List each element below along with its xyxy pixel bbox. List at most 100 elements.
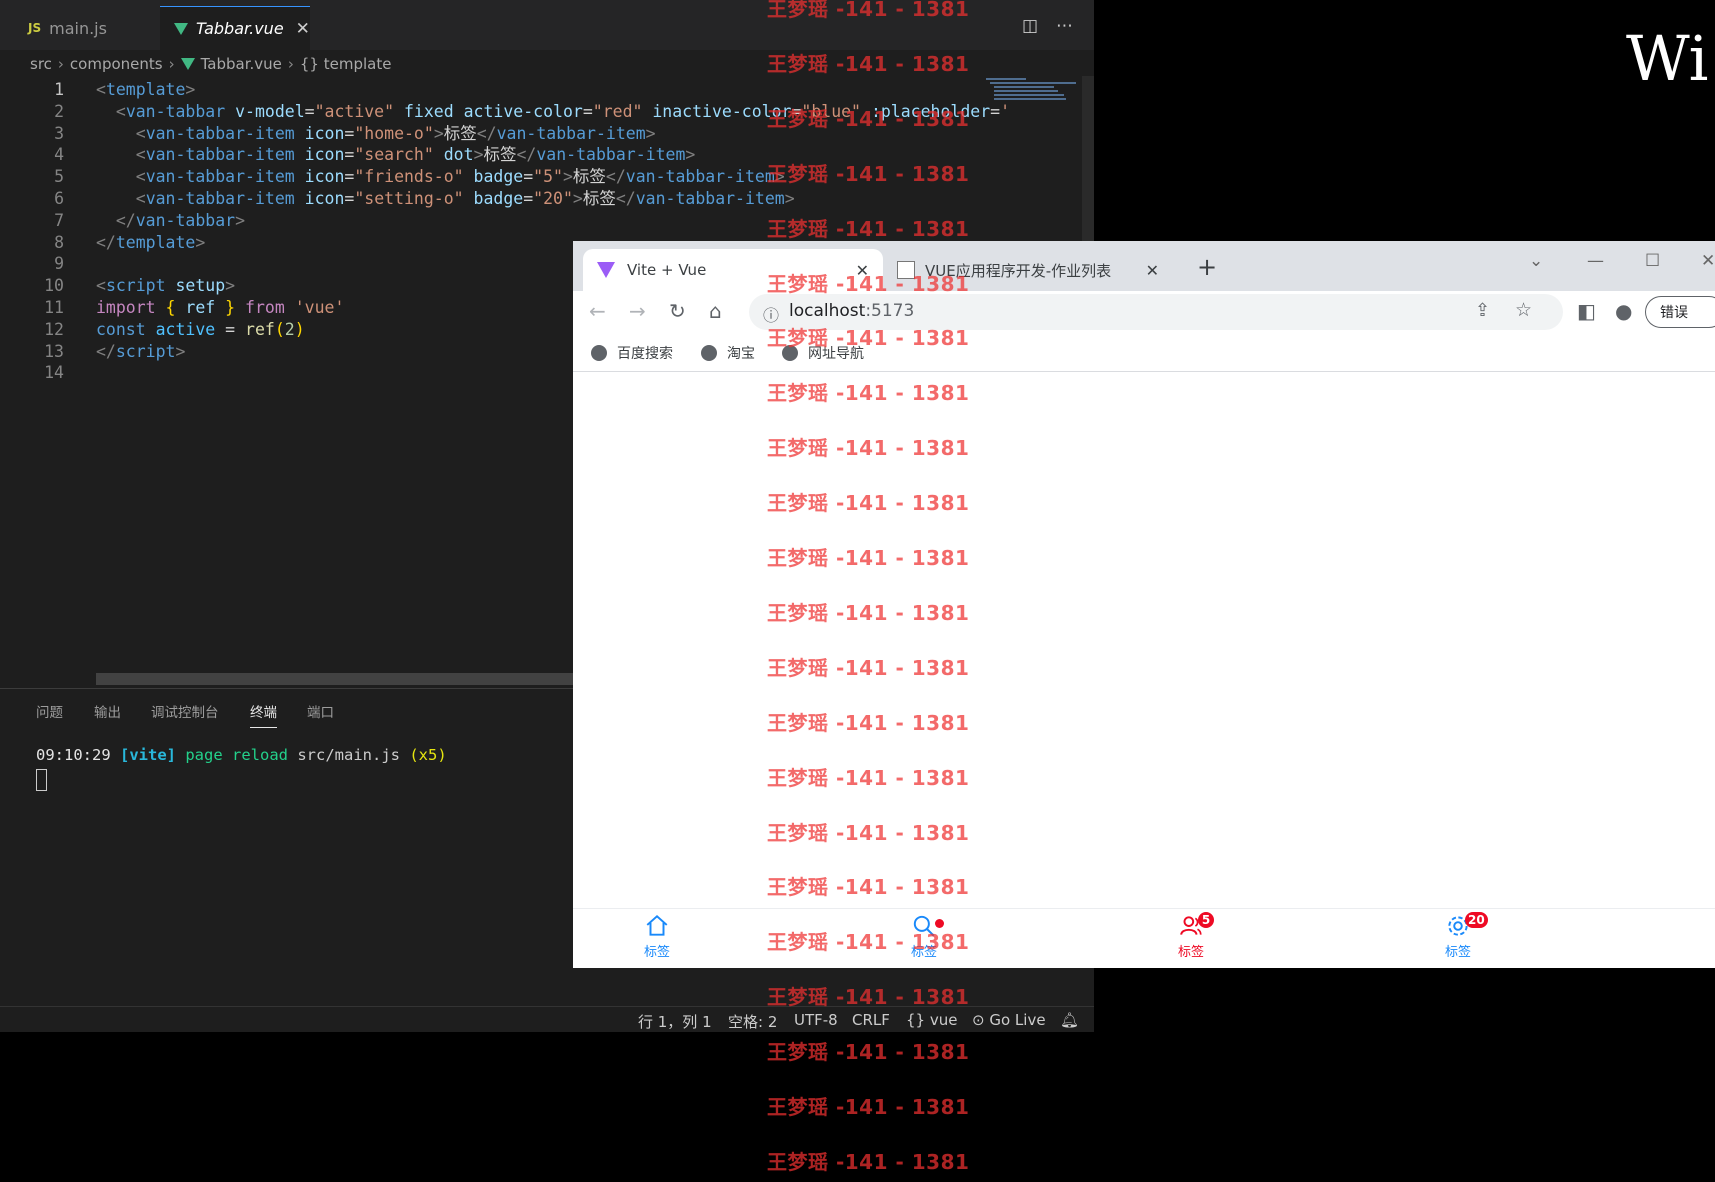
line-number: 7 bbox=[54, 210, 64, 230]
panel-tab-problems[interactable]: 问题 bbox=[36, 701, 63, 721]
bookmark-baidu[interactable]: 百度搜索 bbox=[591, 343, 673, 363]
watermark-text: 王梦瑶 -141 - 1381 bbox=[767, 765, 970, 790]
status-cursor-position[interactable]: 行 1，列 1 bbox=[638, 1011, 712, 1032]
panel-tab-output[interactable]: 输出 bbox=[94, 701, 121, 721]
bookmark-star-icon[interactable]: ☆ bbox=[1515, 299, 1532, 321]
code-token: "5" bbox=[533, 167, 563, 187]
code-token: 标签 bbox=[582, 189, 616, 208]
breadcrumb-file[interactable]: Tabbar.vue bbox=[201, 55, 282, 73]
code-token: > bbox=[685, 145, 696, 165]
more-actions-icon[interactable]: ⋯ bbox=[1056, 16, 1073, 36]
back-arrow-icon[interactable]: ← bbox=[589, 299, 606, 323]
close-icon[interactable]: ✕ bbox=[1146, 261, 1159, 280]
tabbar-item-friends-o[interactable]: 标签 5 bbox=[1151, 912, 1231, 960]
line-number: 10 bbox=[44, 276, 64, 296]
status-go-live[interactable]: ⊙ Go Live bbox=[972, 1011, 1046, 1029]
code-token: > bbox=[562, 167, 573, 187]
browser-tab-title: Vite + Vue bbox=[627, 261, 707, 279]
code-token: > bbox=[473, 145, 484, 165]
maximize-icon[interactable]: ☐ bbox=[1645, 251, 1660, 271]
code-token: van-tabbar-item bbox=[145, 123, 295, 143]
profile-avatar-icon[interactable]: ● bbox=[1615, 299, 1632, 323]
breadcrumb-src[interactable]: src bbox=[30, 55, 52, 73]
watermark-text: 王梦瑶 -141 - 1381 bbox=[767, 546, 970, 570]
line-number: 11 bbox=[44, 298, 64, 317]
minimap[interactable] bbox=[984, 76, 1078, 106]
panel-tab-debug-console[interactable]: 调试控制台 bbox=[151, 701, 219, 721]
tabbar-item-label: 标签 bbox=[1177, 945, 1204, 960]
bell-icon[interactable]: 🔔︎ bbox=[1060, 1011, 1079, 1029]
line-number: 9 bbox=[54, 254, 64, 274]
panel-tab-terminal[interactable]: 终端 bbox=[250, 701, 277, 728]
share-icon[interactable]: ⇪ bbox=[1475, 300, 1490, 321]
status-encoding[interactable]: UTF-8 bbox=[794, 1011, 838, 1029]
panel-tab-ports[interactable]: 端口 bbox=[307, 701, 334, 721]
watermark-text: 王梦瑶 -141 - 1381 bbox=[767, 161, 970, 186]
reload-icon[interactable]: ↻ bbox=[669, 299, 686, 323]
code-text: <van-tabbar-item icon="search" dot>标签</v… bbox=[96, 143, 696, 167]
tabbar-item-setting-o[interactable]: 标签 20 bbox=[1418, 912, 1498, 960]
watermark-text: 王梦瑶 -141 - 1381 bbox=[767, 1040, 970, 1065]
vue-file-icon bbox=[180, 58, 195, 70]
home-icon[interactable]: ⌂ bbox=[709, 299, 722, 323]
side-panel-icon[interactable]: ◧ bbox=[1577, 299, 1596, 323]
terminal-time: 09:10:29 bbox=[36, 746, 111, 764]
line-number: 5 bbox=[54, 167, 64, 187]
status-language[interactable]: {} vue bbox=[906, 1011, 957, 1029]
code-token: import bbox=[96, 298, 156, 317]
close-icon[interactable]: ✕ bbox=[296, 19, 310, 39]
code-line[interactable]: 1 <template> bbox=[0, 78, 980, 102]
forward-arrow-icon[interactable]: → bbox=[629, 299, 646, 323]
code-line[interactable]: 6 <van-tabbar-item icon="setting-o" badg… bbox=[0, 187, 980, 211]
code-token: < bbox=[96, 80, 106, 99]
breadcrumb-components[interactable]: components bbox=[70, 55, 163, 73]
watermark-text: 王梦瑶 -141 - 1381 bbox=[767, 106, 970, 131]
code-token: < bbox=[135, 189, 146, 208]
breadcrumb-symbol[interactable]: {} template bbox=[300, 55, 392, 73]
line-number: 2 bbox=[54, 101, 64, 121]
tab-search-chevron-icon[interactable]: ⌄ bbox=[1529, 251, 1543, 271]
tabbar-item-home-o[interactable]: 标签 bbox=[617, 913, 697, 960]
code-token: "setting-o" bbox=[354, 189, 464, 208]
error-button[interactable]: 错误 bbox=[1645, 296, 1715, 328]
code-token: badge bbox=[473, 167, 524, 187]
code-token: 标签 bbox=[483, 145, 517, 165]
bookmark-label: 百度搜索 bbox=[617, 346, 673, 362]
watermark-text: 王梦瑶 -141 - 1381 bbox=[767, 875, 970, 900]
status-eol[interactable]: CRLF bbox=[852, 1011, 890, 1029]
line-number: 6 bbox=[54, 189, 64, 208]
code-token: "active" bbox=[314, 101, 395, 121]
watermark-text: 王梦瑶 -141 - 1381 bbox=[767, 326, 970, 351]
code-token: icon bbox=[304, 167, 345, 187]
horizontal-scrollbar[interactable] bbox=[96, 673, 576, 685]
tab-main-js[interactable]: JS main.js bbox=[14, 6, 160, 50]
split-editor-icon[interactable]: ◫ bbox=[1022, 16, 1038, 36]
code-token: template bbox=[115, 232, 196, 252]
bookmark-taobao[interactable]: 淘宝 bbox=[701, 343, 755, 363]
code-text: </template> bbox=[96, 231, 205, 255]
code-token: 'vue' bbox=[294, 298, 345, 317]
code-token: van-tabbar bbox=[125, 101, 226, 121]
watermark-text: 王梦瑶 -141 - 1381 bbox=[767, 710, 970, 735]
code-token: van-tabbar-item bbox=[145, 189, 295, 208]
code-token: } bbox=[225, 298, 236, 317]
code-token: </ bbox=[516, 145, 537, 165]
minimize-icon[interactable]: — bbox=[1587, 251, 1604, 271]
watermark-text: 王梦瑶 -141 - 1381 bbox=[767, 436, 970, 461]
code-token: template bbox=[105, 80, 186, 99]
status-indentation[interactable]: 空格: 2 bbox=[728, 1011, 777, 1032]
new-tab-plus-icon[interactable]: + bbox=[1197, 253, 1217, 281]
tab-tabbar-vue[interactable]: Tabbar.vue ✕ bbox=[160, 6, 310, 50]
code-token: = bbox=[582, 101, 593, 121]
watermark-text: 王梦瑶 -141 - 1381 bbox=[767, 491, 970, 516]
window-close-icon[interactable]: ✕ bbox=[1701, 251, 1715, 271]
